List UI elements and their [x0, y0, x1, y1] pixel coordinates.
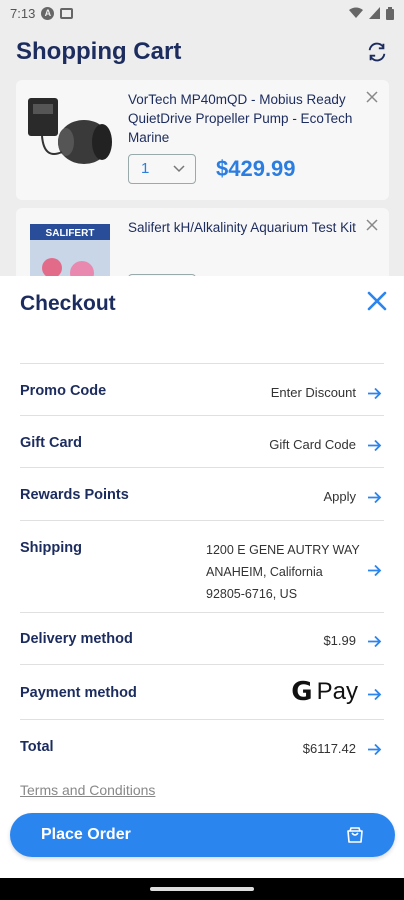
product-image-test-kit: SALIFERT	[30, 224, 110, 276]
delivery-method-label: Delivery method	[20, 631, 133, 647]
gift-card-value: Gift Card Code	[269, 437, 356, 452]
refresh-icon[interactable]	[366, 41, 388, 63]
delivery-method-value: $1.99	[323, 633, 356, 648]
message-notification-icon	[60, 7, 74, 19]
google-pay-g: G	[291, 677, 313, 707]
address-line: 1200 E GENE AUTRY WAY	[206, 543, 360, 557]
total-label: Total	[20, 739, 54, 755]
promo-code-row[interactable]: Promo Code Enter Discount	[20, 363, 384, 415]
shopping-cart-background: Shopping Cart VorTech MP40mQD - Mobius R…	[0, 26, 404, 276]
checkout-sheet: Checkout Promo Code Enter Discount Gift …	[0, 276, 404, 878]
google-pay-text: Pay	[316, 678, 358, 705]
product-price: $429.99	[216, 156, 296, 181]
wifi-icon	[349, 7, 363, 18]
address-line: ANAHEIM, California	[206, 565, 323, 579]
rewards-points-row[interactable]: Rewards Points Apply	[20, 467, 384, 520]
battery-icon	[386, 6, 394, 20]
place-order-label: Place Order	[41, 826, 131, 843]
payment-method-label: Payment method	[20, 685, 137, 701]
total-value: $6117.42	[302, 741, 356, 756]
product-name: VorTech MP40mQD - Mobius Ready QuietDriv…	[128, 92, 353, 145]
arrow-right-icon	[368, 635, 382, 648]
arrow-right-icon	[368, 491, 382, 504]
system-navigation-bar	[0, 878, 404, 900]
shopping-bag-icon	[347, 827, 363, 843]
arrow-right-icon	[368, 564, 382, 577]
signal-icon	[369, 7, 380, 19]
product-name: Salifert kH/Alkalinity Aquarium Test Kit	[128, 220, 356, 235]
arrow-right-icon	[368, 743, 382, 756]
place-order-button[interactable]: Place Order	[10, 813, 395, 857]
gift-card-label: Gift Card	[20, 435, 83, 451]
delivery-method-row[interactable]: Delivery method $1.99	[20, 612, 384, 664]
remove-item-icon[interactable]	[365, 90, 379, 104]
app-notification-icon: A	[41, 6, 55, 20]
payment-method-row[interactable]: Payment method G Pay	[20, 664, 384, 719]
total-row[interactable]: Total $6117.42	[20, 719, 384, 771]
promo-code-label: Promo Code	[20, 383, 107, 399]
arrow-right-icon	[368, 387, 382, 400]
shipping-address: 1200 E GENE AUTRY WAY ANAHEIM, Californi…	[206, 539, 360, 605]
promo-code-value: Enter Discount	[270, 385, 356, 400]
status-bar: 7:13 A	[0, 0, 404, 26]
quantity-select[interactable]: 1	[128, 154, 196, 184]
shipping-row[interactable]: Shipping 1200 E GENE AUTRY WAY ANAHEIM, …	[20, 520, 384, 612]
cart-item[interactable]: SALIFERT Salifert kH/Alkalinity Aquarium…	[16, 208, 389, 276]
gift-card-row[interactable]: Gift Card Gift Card Code	[20, 415, 384, 467]
page-title: Shopping Cart	[16, 38, 182, 65]
status-time: 7:13	[10, 5, 36, 21]
shipping-label: Shipping	[20, 540, 83, 556]
google-pay-logo: G Pay	[291, 677, 358, 707]
checkout-title: Checkout	[20, 292, 116, 315]
brand-logo-text: SALIFERT	[46, 228, 95, 239]
terms-and-conditions-link[interactable]: Terms and Conditions	[20, 782, 155, 798]
cart-item[interactable]: VorTech MP40mQD - Mobius Ready QuietDriv…	[16, 80, 389, 200]
rewards-points-label: Rewards Points	[20, 487, 129, 503]
chevron-down-icon	[173, 165, 185, 173]
address-line: 92805-6716, US	[206, 587, 298, 601]
quantity-value: 1	[141, 160, 150, 177]
rewards-points-value: Apply	[323, 489, 356, 504]
remove-item-icon[interactable]	[365, 218, 379, 232]
home-gesture-handle[interactable]	[150, 887, 254, 891]
close-icon[interactable]	[366, 290, 388, 312]
arrow-right-icon	[368, 439, 382, 452]
cart-header: Shopping Cart	[0, 26, 404, 78]
arrow-right-icon	[368, 688, 382, 701]
product-image-pump	[28, 98, 112, 164]
